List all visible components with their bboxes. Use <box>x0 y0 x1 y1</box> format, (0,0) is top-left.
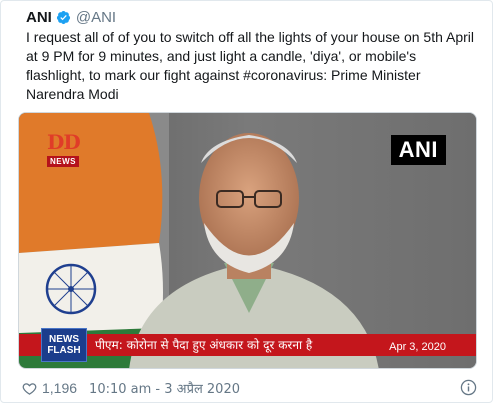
tweet-card[interactable]: ANI @ANI I request all of of you to swit… <box>0 0 493 403</box>
dd-logo-text: DD <box>47 130 81 154</box>
author-handle[interactable]: @ANI <box>76 9 116 26</box>
news-flash-badge: NEWS FLASH <box>41 328 87 362</box>
verified-badge-icon <box>56 10 70 24</box>
heart-outline-icon[interactable] <box>22 381 37 396</box>
author-name[interactable]: ANI <box>26 9 52 26</box>
ticker-date: Apr 3, 2020 <box>389 341 446 353</box>
tweet-media-video[interactable]: DD NEWS ANI NEWS FLASH पीएम: कोरोना से प… <box>18 112 477 369</box>
dd-news-logo: DD NEWS <box>47 130 83 169</box>
info-icon[interactable] <box>460 379 477 396</box>
ticker-headline: पीएम: कोरोना से पैदा हुए अंधकार को दूर क… <box>95 338 313 352</box>
like-count[interactable]: 1,196 <box>42 380 77 396</box>
tweet-timestamp[interactable]: 10:10 am - 3 अप्रैल 2020 <box>89 379 240 397</box>
tweet-text: I request all of of you to switch off al… <box>26 29 474 102</box>
tweet-footer: 1,196 10:10 am - 3 अप्रैल 2020 <box>22 378 477 398</box>
tweet-header: ANI @ANI <box>26 6 116 28</box>
ani-watermark: ANI <box>390 135 446 165</box>
dd-logo-sub: NEWS <box>47 156 79 167</box>
